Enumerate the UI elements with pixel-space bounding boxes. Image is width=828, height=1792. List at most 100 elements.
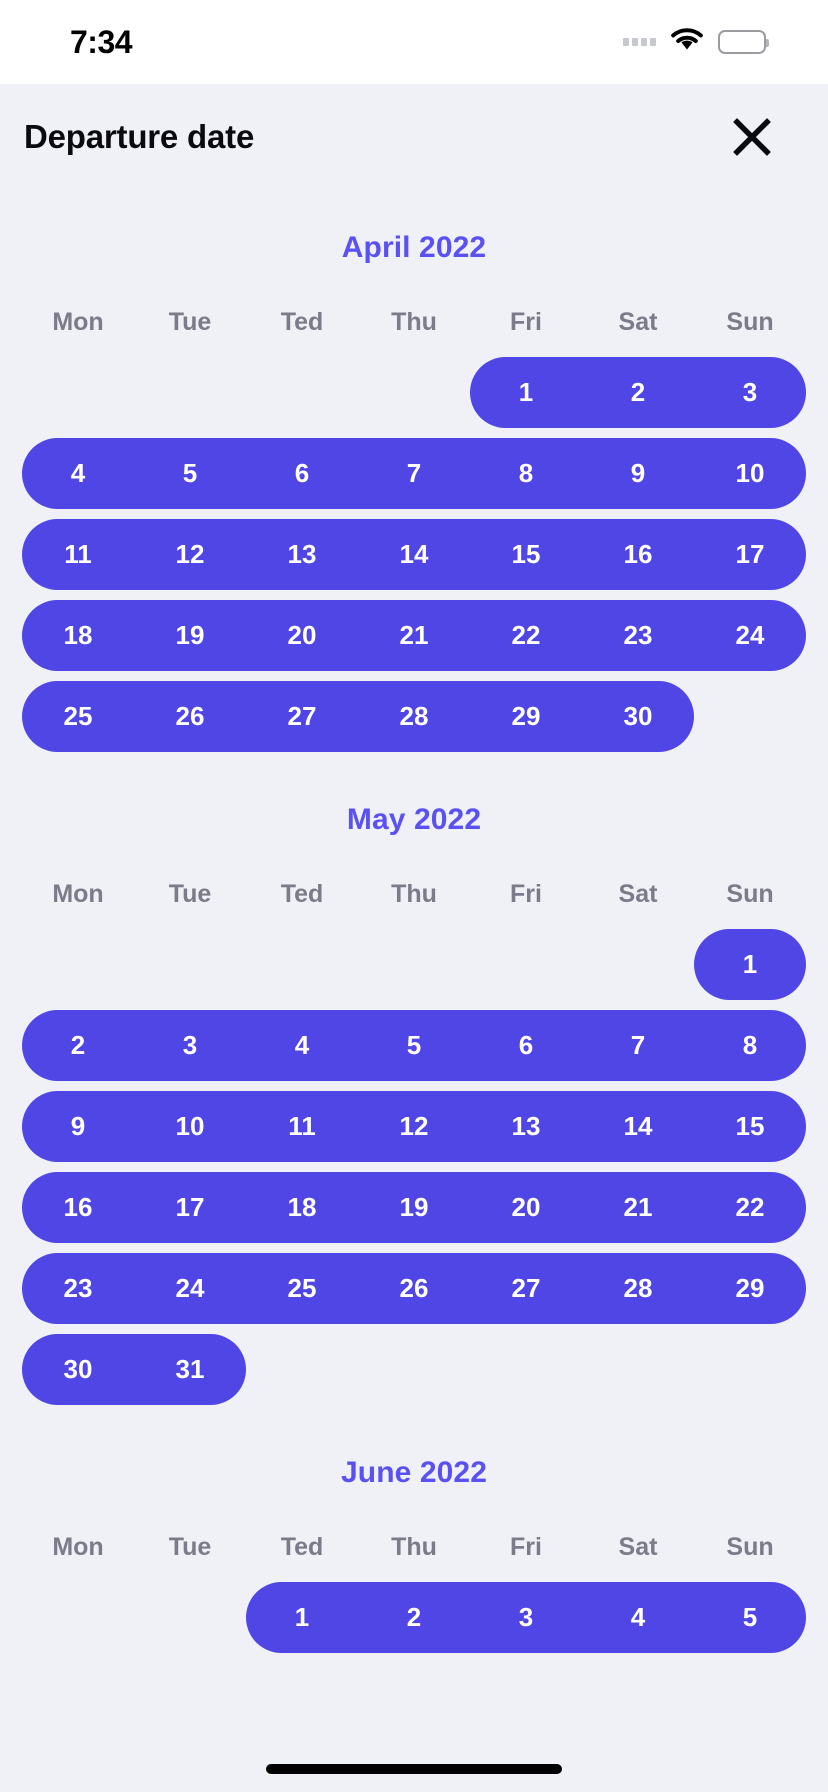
day-cell-empty [246, 929, 358, 1000]
status-bar-time: 7:34 [70, 23, 133, 60]
day-cell[interactable]: 11 [22, 519, 134, 590]
day-cell[interactable]: 6 [246, 438, 358, 509]
day-cell[interactable]: 9 [22, 1091, 134, 1162]
day-cell[interactable]: 2 [358, 1582, 470, 1653]
day-cell[interactable]: 25 [246, 1253, 358, 1324]
week-row: 23 24 25 26 27 28 29 [22, 1253, 806, 1324]
calendar-scroll-area[interactable]: April 2022 Mon Tue Ted Thu Fri Sat Sun 1 2 3 4 5 6 7 8 9… [0, 190, 828, 1792]
day-cell[interactable]: 14 [358, 519, 470, 590]
day-cell[interactable]: 7 [358, 438, 470, 509]
day-cell[interactable]: 5 [358, 1010, 470, 1081]
day-cell[interactable]: 2 [582, 357, 694, 428]
day-cell[interactable]: 28 [358, 681, 470, 752]
day-cell[interactable]: 3 [134, 1010, 246, 1081]
day-cell[interactable]: 10 [134, 1091, 246, 1162]
day-cell[interactable]: 29 [470, 681, 582, 752]
day-cell[interactable]: 23 [22, 1253, 134, 1324]
day-cell[interactable]: 15 [694, 1091, 806, 1162]
day-cell[interactable]: 16 [22, 1172, 134, 1243]
day-cell[interactable]: 5 [134, 438, 246, 509]
day-cell-empty [358, 929, 470, 1000]
month-block: June 2022 Mon Tue Ted Thu Fri Sat Sun 1 2 3 4 5 [0, 1415, 828, 1653]
day-cell[interactable]: 27 [470, 1253, 582, 1324]
weekday-label: Mon [52, 308, 104, 336]
day-cell[interactable]: 21 [358, 600, 470, 671]
day-cell[interactable]: 19 [358, 1172, 470, 1243]
day-cell[interactable]: 15 [470, 519, 582, 590]
day-cell[interactable]: 28 [582, 1253, 694, 1324]
day-cell[interactable]: 21 [582, 1172, 694, 1243]
day-cell[interactable]: 13 [470, 1091, 582, 1162]
day-cell-empty [134, 929, 246, 1000]
weekday-label: Sat [618, 1533, 658, 1561]
day-cell[interactable]: 29 [694, 1253, 806, 1324]
day-cell-empty [694, 1334, 806, 1405]
day-cell[interactable]: 30 [582, 681, 694, 752]
week-row: 18 19 20 21 22 23 24 [22, 600, 806, 671]
day-cell[interactable]: 3 [694, 357, 806, 428]
day-cell[interactable]: 25 [22, 681, 134, 752]
day-cell[interactable]: 1 [470, 357, 582, 428]
day-cell[interactable]: 4 [246, 1010, 358, 1081]
day-cell[interactable]: 17 [134, 1172, 246, 1243]
day-cell[interactable]: 6 [470, 1010, 582, 1081]
signal-dots-icon [623, 38, 656, 46]
day-cell[interactable]: 16 [582, 519, 694, 590]
day-cell-empty [582, 1334, 694, 1405]
day-cell[interactable]: 4 [22, 438, 134, 509]
day-cell[interactable]: 18 [22, 600, 134, 671]
day-cell[interactable]: 22 [470, 600, 582, 671]
day-cell[interactable]: 30 [22, 1334, 134, 1405]
day-cell[interactable]: 12 [358, 1091, 470, 1162]
battery-full-icon [718, 30, 769, 54]
day-cell[interactable]: 24 [694, 600, 806, 671]
close-button[interactable] [724, 109, 780, 165]
weekday-label: Sun [726, 880, 774, 908]
day-cell[interactable]: 22 [694, 1172, 806, 1243]
day-cell[interactable]: 13 [246, 519, 358, 590]
day-cell[interactable]: 4 [582, 1582, 694, 1653]
day-cell[interactable]: 24 [134, 1253, 246, 1324]
day-cell[interactable]: 8 [470, 438, 582, 509]
day-cell[interactable]: 20 [246, 600, 358, 671]
weekday-label: Fri [510, 308, 542, 336]
day-cell[interactable]: 10 [694, 438, 806, 509]
day-cell[interactable]: 7 [582, 1010, 694, 1081]
day-cell[interactable]: 26 [134, 681, 246, 752]
week-row: 1 [22, 929, 806, 1000]
week-row: 123 [22, 357, 806, 428]
day-cell[interactable]: 1 [694, 929, 806, 1000]
week-row: 25 26 27 28 29 30 [22, 681, 806, 752]
day-cell-empty [470, 929, 582, 1000]
day-cell[interactable]: 8 [694, 1010, 806, 1081]
weekday-label: Fri [510, 880, 542, 908]
day-cell[interactable]: 1 [246, 1582, 358, 1653]
weekday-label: Tue [168, 308, 212, 336]
day-cell[interactable]: 2 [22, 1010, 134, 1081]
day-cell[interactable]: 14 [582, 1091, 694, 1162]
weekday-header-row: Mon Tue Ted Thu Fri Sat Sun [0, 308, 828, 337]
day-cell[interactable]: 17 [694, 519, 806, 590]
day-cell-empty [358, 357, 470, 428]
day-cell[interactable]: 9 [582, 438, 694, 509]
week-row: 11 12 13 14 15 16 17 [22, 519, 806, 590]
day-cell[interactable]: 11 [246, 1091, 358, 1162]
weekday-label: Sun [726, 1533, 774, 1561]
day-cell[interactable]: 19 [134, 600, 246, 671]
day-cell[interactable]: 5 [694, 1582, 806, 1653]
day-cell[interactable]: 23 [582, 600, 694, 671]
day-cell[interactable]: 12 [134, 519, 246, 590]
day-cell[interactable]: 3 [470, 1582, 582, 1653]
day-cell[interactable]: 31 [134, 1334, 246, 1405]
home-indicator [266, 1764, 562, 1774]
weekday-label: Thu [391, 880, 437, 908]
weeks-container: 1 2 3 4 5 6 7 8 9 10 11 12 13 14 15 16 17 18 19 20 21 22 23 24 2… [0, 357, 828, 752]
weekday-header-row: Mon Tue Ted Thu Fri Sat Sun [0, 1533, 828, 1562]
day-cell-empty [134, 357, 246, 428]
weekday-label: Tue [168, 880, 212, 908]
weekday-label: Mon [52, 1533, 104, 1561]
day-cell[interactable]: 27 [246, 681, 358, 752]
day-cell[interactable]: 26 [358, 1253, 470, 1324]
day-cell[interactable]: 18 [246, 1172, 358, 1243]
day-cell[interactable]: 20 [470, 1172, 582, 1243]
